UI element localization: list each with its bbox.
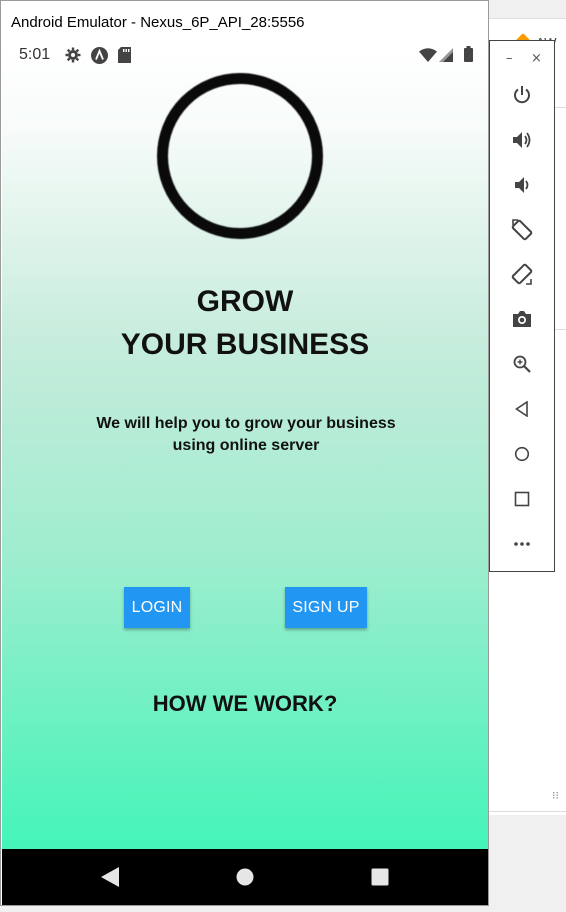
android-a-icon <box>91 47 108 69</box>
close-icon[interactable]: × <box>531 51 542 66</box>
logo-ring-image <box>157 73 323 239</box>
headline-line-2: YOUR BUSINESS <box>120 328 370 361</box>
nav-overview-icon[interactable] <box>371 867 389 892</box>
grid-icon: ⁝⁝ <box>552 789 559 802</box>
how-we-work-heading[interactable]: HOW WE WORK? <box>2 691 488 717</box>
emulator-window: Android Emulator - Nexus_6P_API_28:5556 … <box>0 0 489 906</box>
cellular-signal-icon <box>439 48 453 67</box>
divider <box>488 811 566 812</box>
more-icon[interactable] <box>511 533 533 555</box>
overview-icon[interactable] <box>511 488 533 510</box>
zoom-icon[interactable] <box>511 353 533 375</box>
nav-back-icon[interactable] <box>101 867 119 892</box>
toolbar-window-controls: – × <box>490 51 554 71</box>
back-icon[interactable] <box>511 398 533 420</box>
camera-icon[interactable] <box>511 308 533 330</box>
navigation-bar <box>2 849 488 905</box>
emulator-toolbar: – × <box>489 40 555 572</box>
rotate-left-icon[interactable] <box>511 219 533 241</box>
window-title: Android Emulator - Nexus_6P_API_28:5556 <box>11 14 305 31</box>
wifi-icon <box>419 48 437 67</box>
minimize-icon[interactable]: – <box>506 51 513 66</box>
status-bar: 5:01 <box>2 45 488 69</box>
volume-up-icon[interactable] <box>511 129 533 151</box>
login-button[interactable]: LOGIN <box>124 587 190 628</box>
headline-line-1: GROW <box>196 285 294 318</box>
rotate-right-icon[interactable] <box>511 263 533 285</box>
window-titlebar[interactable]: Android Emulator - Nexus_6P_API_28:5556 <box>1 1 488 45</box>
sd-card-icon <box>118 47 131 68</box>
battery-icon <box>464 46 473 67</box>
subtitle-text: We will help you to grow your business u… <box>96 415 396 454</box>
home-icon[interactable] <box>511 443 533 465</box>
power-icon[interactable] <box>511 84 533 106</box>
signup-button[interactable]: SIGN UP <box>285 587 367 628</box>
device-screen: 5:01 GROW YOUR BUSINESS We will help you… <box>2 45 488 894</box>
status-time: 5:01 <box>19 46 51 63</box>
nav-home-icon[interactable] <box>236 867 254 892</box>
volume-down-icon[interactable] <box>511 174 533 196</box>
settings-icon <box>65 47 81 68</box>
